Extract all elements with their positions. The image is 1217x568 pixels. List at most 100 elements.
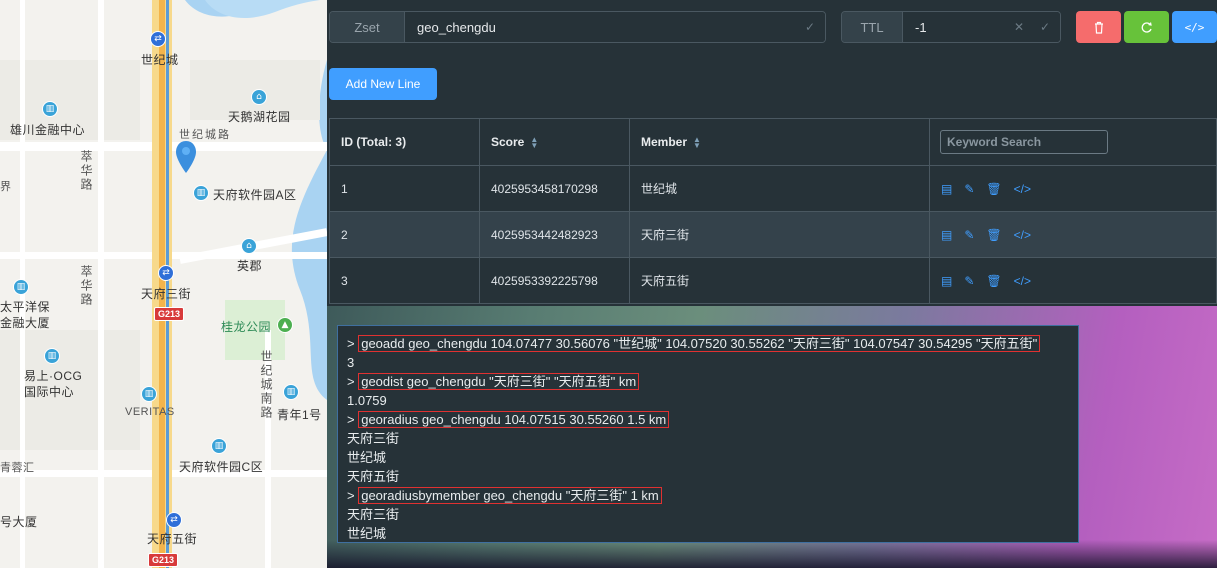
console-command: georadius geo_chengdu 104.07515 30.55260… [358,411,670,428]
table-row[interactable]: 2 4025953442482923 天府三街 ▤ ✎ 🗑︎ </> [329,211,1217,258]
map-label-yingjun[interactable]: 英郡 [237,257,262,274]
map-label-xiongchuan[interactable]: 雄川金融中心 [10,121,85,138]
map-view[interactable]: ⇄ 世纪城 ▥ 雄川金融中心 ⌂ 天鹅湖花园 世纪城路 萃华路 界 ▥ 天府软件… [0,0,327,568]
prompt-symbol: > [347,488,355,503]
edit-pencil-icon[interactable]: ✎ [964,228,974,242]
map-label-tianfu5[interactable]: 天府五街 [147,530,197,547]
residence-icon[interactable]: ⌂ [241,238,257,254]
map-label-guoji[interactable]: 国际中心 [24,383,74,400]
row-member: 天府三街 [629,211,930,258]
key-name-field[interactable]: Zset geo_chengdu ✓ [329,11,826,43]
building-icon[interactable]: ▥ [193,185,209,201]
ttl-field[interactable]: TTL -1 ✕ ✓ [841,11,1061,43]
col-id-label: ID (Total: 3) [341,135,407,149]
map-label-hao-dasha[interactable]: 号大厦 [0,513,38,530]
ttl-value: -1 [915,19,927,35]
sort-icon[interactable]: ▲ ▼ [530,135,538,149]
location-pin-icon[interactable] [175,140,197,174]
ttl-input[interactable]: -1 ✕ ✓ [903,12,1060,42]
delete-trash-icon[interactable]: 🗑︎ [986,182,1001,196]
code-view-button[interactable]: </> [1172,11,1217,43]
sort-icon[interactable]: ▲ ▼ [693,135,701,149]
key-name-input[interactable]: geo_chengdu ✓ [405,12,825,42]
refresh-icon [1141,21,1152,33]
table-row[interactable]: 1 4025953458170298 世纪城 ▤ ✎ 🗑︎ </> [329,165,1217,212]
map-label-qingrong[interactable]: 青蓉汇 [0,459,35,475]
col-score-label: Score [491,135,525,149]
road-badge: G213 [148,553,179,567]
metro-station-icon[interactable]: ⇄ [166,512,182,528]
console-command: geodist geo_chengdu "天府三街" "天府五街" km [358,373,640,390]
building-icon[interactable]: ▥ [44,348,60,364]
building-icon[interactable]: ▥ [211,438,227,454]
console-line: > geoadd geo_chengdu 104.07477 30.56076 … [347,334,1078,353]
map-label-jinrong[interactable]: 金融大厦 [0,314,50,331]
residence-icon[interactable]: ⌂ [251,89,267,105]
row-actions: ▤ ✎ 🗑︎ </> [929,165,1217,212]
map-label-tianfu-soft-a[interactable]: 天府软件园A区 [213,186,297,203]
trash-icon [1094,21,1103,34]
row-score: 4025953458170298 [479,165,630,212]
add-new-line-button[interactable]: Add New Line [329,68,437,100]
refresh-button[interactable] [1124,11,1169,43]
keyword-search-input[interactable]: Keyword Search [940,130,1108,154]
col-member-header[interactable]: Member ▲ ▼ [629,118,930,166]
map-label-guilong[interactable]: 桂龙公园 [221,318,271,335]
map-label-qingnian[interactable]: 青年1号 [277,406,322,423]
map-label-yishang[interactable]: 易上·OCG [24,367,82,384]
row-id: 3 [329,257,480,304]
col-score-header[interactable]: Score ▲ ▼ [479,118,630,166]
console-command: georadiusbymember geo_chengdu "天府三街" 1 k… [358,487,662,504]
edit-pencil-icon[interactable]: ✎ [964,274,974,288]
row-score: 4025953442482923 [479,211,630,258]
code-icon: </> [1184,20,1205,34]
row-actions: ▤ ✎ 🗑︎ </> [929,257,1217,304]
delete-trash-icon[interactable]: 🗑︎ [986,228,1001,242]
map-label-tianfu3[interactable]: 天府三街 [141,285,191,302]
map-label-jie: 界 [0,181,12,193]
key-name-value: geo_chengdu [417,19,496,35]
map-label-taipingyang[interactable]: 太平洋保 [0,298,50,315]
map-label-veritas[interactable]: VERITAS [125,406,175,418]
console-output: 天府三街 [347,507,400,522]
clear-close-icon[interactable]: ✕ [1014,20,1024,34]
map-label-tianfu-soft-c[interactable]: 天府软件园C区 [179,458,263,475]
console-output: 天府五街 [347,469,400,484]
road-badge: G213 [154,307,185,321]
console-output: 世纪城 [347,526,387,541]
confirm-check-icon[interactable]: ✓ [1040,20,1050,34]
dump-code-icon[interactable]: </> [1014,228,1031,242]
row-id: 2 [329,211,480,258]
prompt-symbol: > [347,336,355,351]
key-type-label: Zset [330,12,405,42]
dump-code-icon[interactable]: </> [1014,274,1031,288]
building-icon[interactable]: ▥ [42,101,58,117]
map-label-cuihua: 萃华路 [79,150,93,192]
metro-station-icon[interactable]: ⇄ [150,31,166,47]
map-label-tiane[interactable]: 天鹅湖花园 [228,108,291,125]
table-row[interactable]: 3 4025953392225798 天府五街 ▤ ✎ 🗑︎ </> [329,257,1217,304]
view-doc-icon[interactable]: ▤ [941,228,952,242]
delete-key-button[interactable] [1076,11,1121,43]
building-icon[interactable]: ▥ [141,386,157,402]
park-icon[interactable]: ▲ [277,317,293,333]
view-doc-icon[interactable]: ▤ [941,274,952,288]
building-icon[interactable]: ▥ [283,384,299,400]
dump-code-icon[interactable]: </> [1014,182,1031,196]
view-doc-icon[interactable]: ▤ [941,182,952,196]
command-console[interactable]: > geoadd geo_chengdu 104.07477 30.56076 … [337,325,1079,543]
col-member-label: Member [641,135,688,149]
console-output: 1.0759 [347,393,387,408]
edit-pencil-icon[interactable]: ✎ [964,182,974,196]
prompt-symbol: > [347,374,355,389]
delete-trash-icon[interactable]: 🗑︎ [986,274,1001,288]
console-output: 3 [347,355,355,370]
desktop-background-shade [327,540,1217,568]
confirm-check-icon[interactable]: ✓ [805,20,815,34]
map-label-shijicheng[interactable]: 世纪城 [141,51,179,68]
row-score: 4025953392225798 [479,257,630,304]
row-actions: ▤ ✎ 🗑︎ </> [929,211,1217,258]
building-icon[interactable]: ▥ [13,279,29,295]
metro-station-icon[interactable]: ⇄ [158,265,174,281]
map-label-cuihua-2: 萃华路 [79,265,93,307]
